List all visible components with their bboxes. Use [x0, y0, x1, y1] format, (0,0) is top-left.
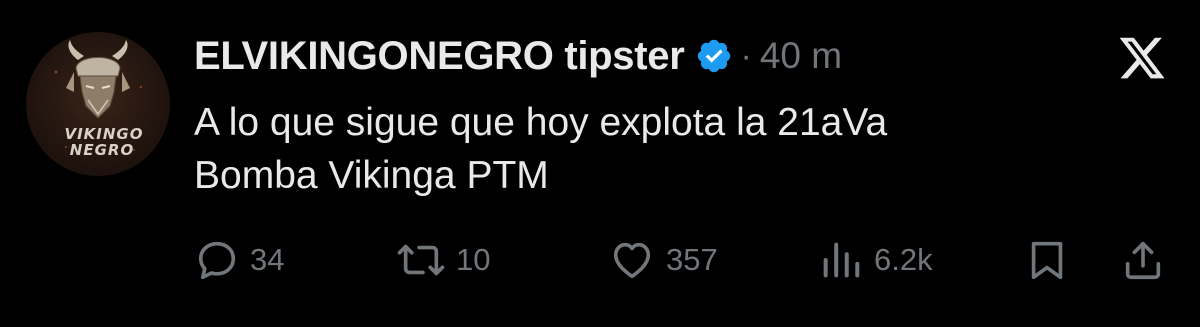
share-button[interactable] [1120, 232, 1166, 288]
views-count: 6.2k [874, 242, 933, 277]
avatar-line-2: NEGRO [69, 141, 135, 159]
header-separator: · [740, 36, 752, 75]
x-logo-icon[interactable] [1114, 33, 1170, 83]
display-name[interactable]: ELVIKINGONEGRO tipster [194, 34, 685, 79]
reply-count: 34 [250, 242, 285, 277]
avatar-line-1: VIKINGO [64, 125, 144, 143]
like-count: 357 [666, 242, 718, 277]
action-bar: 34 10 357 6.2k [0, 232, 1200, 288]
reply-icon [198, 241, 236, 280]
verified-badge-icon [697, 39, 730, 73]
retweet-count: 10 [456, 242, 491, 277]
heart-icon [613, 242, 651, 279]
reply-button[interactable]: 34 [194, 232, 284, 288]
share-icon [1125, 241, 1161, 280]
timestamp[interactable]: 40 m [760, 35, 842, 77]
tweet-header: ELVIKINGONEGRO tipster · 40 m [194, 30, 842, 82]
like-button[interactable]: 357 [608, 232, 718, 288]
retweet-button[interactable]: 10 [396, 232, 490, 288]
tweet-card[interactable]: VIKINGO NEGRO ELVIKINGONEGRO tipster · 4… [0, 0, 1200, 327]
tweet-text: A lo que sigue que hoy explota la 21aVa … [194, 101, 888, 197]
views-icon [823, 242, 860, 278]
bookmark-button[interactable] [1024, 232, 1070, 288]
avatar[interactable]: VIKINGO NEGRO [26, 32, 170, 176]
retweet-icon [397, 244, 445, 276]
views-button[interactable]: 6.2k [818, 232, 933, 288]
bookmark-icon [1031, 241, 1063, 280]
